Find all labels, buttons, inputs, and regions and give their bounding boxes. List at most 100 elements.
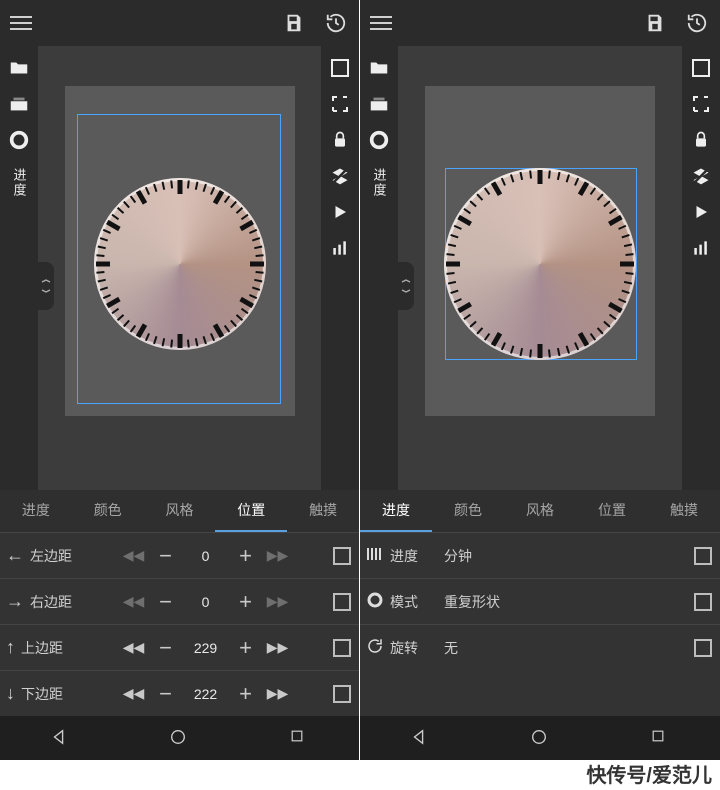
android-navbar [0, 716, 359, 760]
nav-recent-icon[interactable] [650, 728, 670, 748]
tab-4[interactable]: 触摸 [648, 490, 720, 532]
square-icon[interactable] [328, 56, 352, 80]
checkbox[interactable] [694, 593, 712, 611]
fast-increase-icon[interactable]: ▶▶ [264, 680, 292, 708]
arrow-icon: ← [6, 545, 24, 566]
checkbox[interactable] [333, 547, 351, 565]
arrow-icon: ↑ [6, 637, 15, 658]
fast-increase-icon[interactable]: ▶▶ [264, 588, 292, 616]
fast-decrease-icon[interactable]: ◀◀ [120, 588, 148, 616]
layers-off-icon[interactable] [328, 164, 352, 188]
fullscreen-icon[interactable] [689, 92, 713, 116]
fast-decrease-icon[interactable]: ◀◀ [120, 634, 148, 662]
play-icon[interactable] [689, 200, 713, 224]
tab-0[interactable]: 进度 [360, 490, 432, 532]
progress-donut-icon[interactable] [7, 128, 31, 152]
nav-back-icon[interactable] [410, 728, 430, 748]
canvas-area[interactable] [38, 46, 321, 490]
tab-1[interactable]: 颜色 [72, 490, 144, 532]
nav-back-icon[interactable] [50, 728, 70, 748]
arrow-icon: ↓ [6, 683, 15, 704]
play-icon[interactable] [328, 200, 352, 224]
nav-home-icon[interactable] [530, 728, 550, 748]
tab-4[interactable]: 触摸 [287, 490, 359, 532]
prop-row: 进度分钟 [360, 532, 720, 578]
prop-value: 222 [184, 686, 228, 702]
square-icon[interactable] [689, 56, 713, 80]
prop-label: 右边距 [30, 592, 72, 612]
checkbox[interactable] [333, 685, 351, 703]
canvas-area[interactable] [398, 46, 682, 490]
nav-recent-icon[interactable] [289, 728, 309, 748]
properties-panel: ←左边距◀◀−0+▶▶→右边距◀◀−0+▶▶↑上边距◀◀−229+▶▶↓下边距◀… [0, 532, 359, 716]
chart-icon[interactable] [328, 236, 352, 260]
fast-decrease-icon[interactable]: ◀◀ [120, 680, 148, 708]
menu-icon[interactable] [370, 16, 392, 30]
tab-3[interactable]: 位置 [215, 490, 287, 532]
android-navbar [360, 716, 720, 760]
chart-icon[interactable] [689, 236, 713, 260]
lock-icon[interactable] [689, 128, 713, 152]
increase-icon[interactable]: + [232, 680, 260, 708]
nav-home-icon[interactable] [169, 728, 189, 748]
rotate-icon [366, 637, 384, 658]
increase-icon[interactable]: + [232, 634, 260, 662]
clockface-image[interactable] [94, 178, 266, 350]
menu-icon[interactable] [10, 16, 32, 30]
prop-value[interactable]: 重复形状 [444, 592, 688, 612]
left-sidebar: 进度 [0, 46, 38, 490]
prop-label: 上边距 [21, 638, 63, 658]
fast-decrease-icon[interactable]: ◀◀ [120, 542, 148, 570]
save-icon[interactable] [642, 10, 668, 36]
fullscreen-icon[interactable] [328, 92, 352, 116]
left-screen: 进度 进度颜色风格位置触摸 ←左边距◀◀−0+▶▶→右边距 [0, 0, 360, 760]
checkbox[interactable] [694, 639, 712, 657]
prop-value: 0 [184, 548, 228, 564]
fast-increase-icon[interactable]: ▶▶ [264, 542, 292, 570]
folder-icon[interactable] [7, 56, 31, 80]
drawer-handle[interactable] [38, 262, 54, 310]
save-icon[interactable] [281, 10, 307, 36]
prop-value[interactable]: 无 [444, 638, 688, 658]
bottom-tabs: 进度颜色风格位置触摸 [360, 490, 720, 532]
donut-icon [366, 591, 384, 612]
layer-icon[interactable] [367, 92, 391, 116]
checkbox[interactable] [333, 593, 351, 611]
watermark: 快传号/爱范儿 [586, 759, 712, 788]
decrease-icon[interactable]: − [152, 588, 180, 616]
prop-value[interactable]: 分钟 [444, 546, 688, 566]
clockface-image[interactable] [444, 168, 636, 360]
prop-row: ↓ 下边距 ◀◀−222+▶▶ [0, 670, 359, 716]
tab-2[interactable]: 风格 [144, 490, 216, 532]
prop-row: 模式重复形状 [360, 578, 720, 624]
fast-increase-icon[interactable]: ▶▶ [264, 634, 292, 662]
checkbox[interactable] [333, 639, 351, 657]
history-icon[interactable] [323, 10, 349, 36]
increase-icon[interactable]: + [232, 588, 260, 616]
progress-donut-icon[interactable] [367, 128, 391, 152]
prop-label: 下边距 [21, 684, 63, 704]
decrease-icon[interactable]: − [152, 634, 180, 662]
checkbox[interactable] [694, 547, 712, 565]
tab-0[interactable]: 进度 [0, 490, 72, 532]
prop-label: 旋转 [390, 638, 418, 658]
decrease-icon[interactable]: − [152, 542, 180, 570]
prop-label: 左边距 [30, 546, 72, 566]
prop-value: 0 [184, 594, 228, 610]
increase-icon[interactable]: + [232, 542, 260, 570]
lock-icon[interactable] [328, 128, 352, 152]
phone-canvas[interactable] [65, 86, 295, 416]
phone-canvas[interactable] [425, 86, 655, 416]
tab-1[interactable]: 颜色 [432, 490, 504, 532]
history-icon[interactable] [684, 10, 710, 36]
tab-3[interactable]: 位置 [576, 490, 648, 532]
drawer-handle[interactable] [398, 262, 414, 310]
bars-icon [366, 545, 384, 566]
layers-off-icon[interactable] [689, 164, 713, 188]
layer-icon[interactable] [7, 92, 31, 116]
prop-row: ← 左边距 ◀◀−0+▶▶ [0, 532, 359, 578]
decrease-icon[interactable]: − [152, 680, 180, 708]
tab-2[interactable]: 风格 [504, 490, 576, 532]
properties-panel: 进度分钟模式重复形状旋转 无 [360, 532, 720, 716]
folder-icon[interactable] [367, 56, 391, 80]
